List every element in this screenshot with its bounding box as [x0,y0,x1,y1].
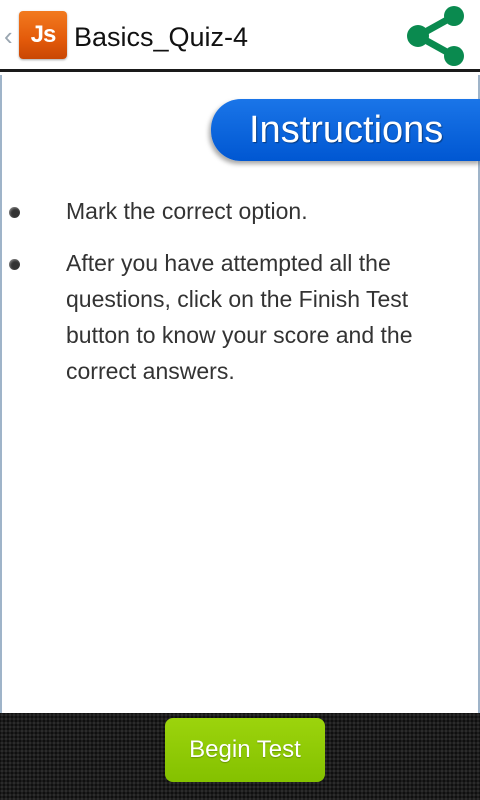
action-bar: ‹ Js Basics_Quiz-4 [0,0,480,72]
up-caret-icon[interactable]: ‹ [4,22,18,50]
instructions-banner: Instructions [211,99,480,161]
begin-test-button[interactable]: Begin Test [165,718,325,782]
app-logo-icon[interactable]: Js [19,11,67,59]
bottom-bar: Begin Test [0,713,480,800]
share-icon[interactable] [405,6,469,66]
list-item: Mark the correct option. [2,193,478,229]
instructions-list: Mark the correct option. After you have … [2,193,478,405]
bullet-icon [9,259,20,270]
app-title[interactable]: Basics_Quiz-4 [74,20,248,54]
instructions-panel: Instructions Mark the correct option. Af… [0,75,480,713]
bullet-icon [9,207,20,218]
list-item: After you have attempted all the questio… [2,245,478,389]
instruction-text: After you have attempted all the questio… [66,250,413,384]
app-logo-text: Js [30,21,57,48]
instruction-text: Mark the correct option. [66,198,308,224]
